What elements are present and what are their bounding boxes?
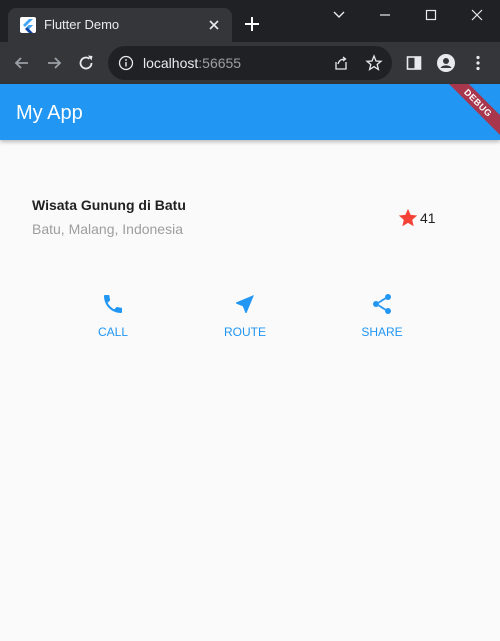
tab-search-button[interactable] <box>316 0 362 30</box>
forward-arrow-icon[interactable] <box>44 53 64 73</box>
page-title: My App <box>16 102 83 124</box>
flutter-logo-icon <box>20 17 36 33</box>
minimize-button[interactable] <box>362 0 408 30</box>
reload-icon[interactable] <box>76 53 96 73</box>
star-icon <box>398 208 418 227</box>
maximize-icon <box>425 9 437 21</box>
minimize-icon <box>380 14 390 16</box>
browser-window: Flutter Demo localhost:56655 My App DEBU… <box>0 0 500 641</box>
side-panel-icon[interactable] <box>404 53 424 73</box>
title-section: Wisata Gunung di Batu Batu, Malang, Indo… <box>32 196 468 242</box>
place-location: Batu, Malang, Indonesia <box>32 221 183 237</box>
share-icon <box>373 294 391 314</box>
new-tab-plus-icon[interactable] <box>242 14 262 34</box>
address-bar[interactable]: localhost:56655 <box>108 46 392 80</box>
app-bar: My App DEBUG <box>0 84 500 140</box>
url-text[interactable]: localhost:56655 <box>143 55 241 71</box>
info-icon[interactable] <box>118 55 134 71</box>
share-page-icon[interactable] <box>333 55 349 71</box>
profile-avatar-icon[interactable] <box>436 53 456 73</box>
close-icon <box>471 9 483 21</box>
more-menu-icon[interactable] <box>468 53 488 73</box>
url-host: localhost <box>143 55 199 71</box>
browser-tab[interactable]: Flutter Demo <box>8 8 232 42</box>
call-label: CALL <box>97 325 129 339</box>
star-count: 41 <box>420 210 436 226</box>
star-bookmark-icon[interactable] <box>365 54 383 72</box>
share-label: SHARE <box>361 325 403 339</box>
place-name: Wisata Gunung di Batu <box>32 197 186 213</box>
tab-title: Flutter Demo <box>44 17 120 32</box>
browser-toolbar: localhost:56655 <box>0 42 500 84</box>
share-button[interactable]: SHARE <box>342 292 422 342</box>
url-port: :56655 <box>198 55 242 71</box>
window-close-button[interactable] <box>454 0 500 30</box>
route-label: ROUTE <box>224 325 266 339</box>
maximize-button[interactable] <box>408 0 454 30</box>
close-icon[interactable] <box>206 17 222 33</box>
tab-strip: Flutter Demo <box>0 0 500 42</box>
navigation-icon <box>236 295 254 313</box>
call-button[interactable]: CALL <box>73 292 153 342</box>
route-button[interactable]: ROUTE <box>205 292 285 342</box>
phone-icon <box>104 295 122 313</box>
debug-banner: DEBUG <box>437 84 500 140</box>
back-arrow-icon[interactable] <box>12 53 32 73</box>
chevron-down-icon <box>333 11 345 18</box>
